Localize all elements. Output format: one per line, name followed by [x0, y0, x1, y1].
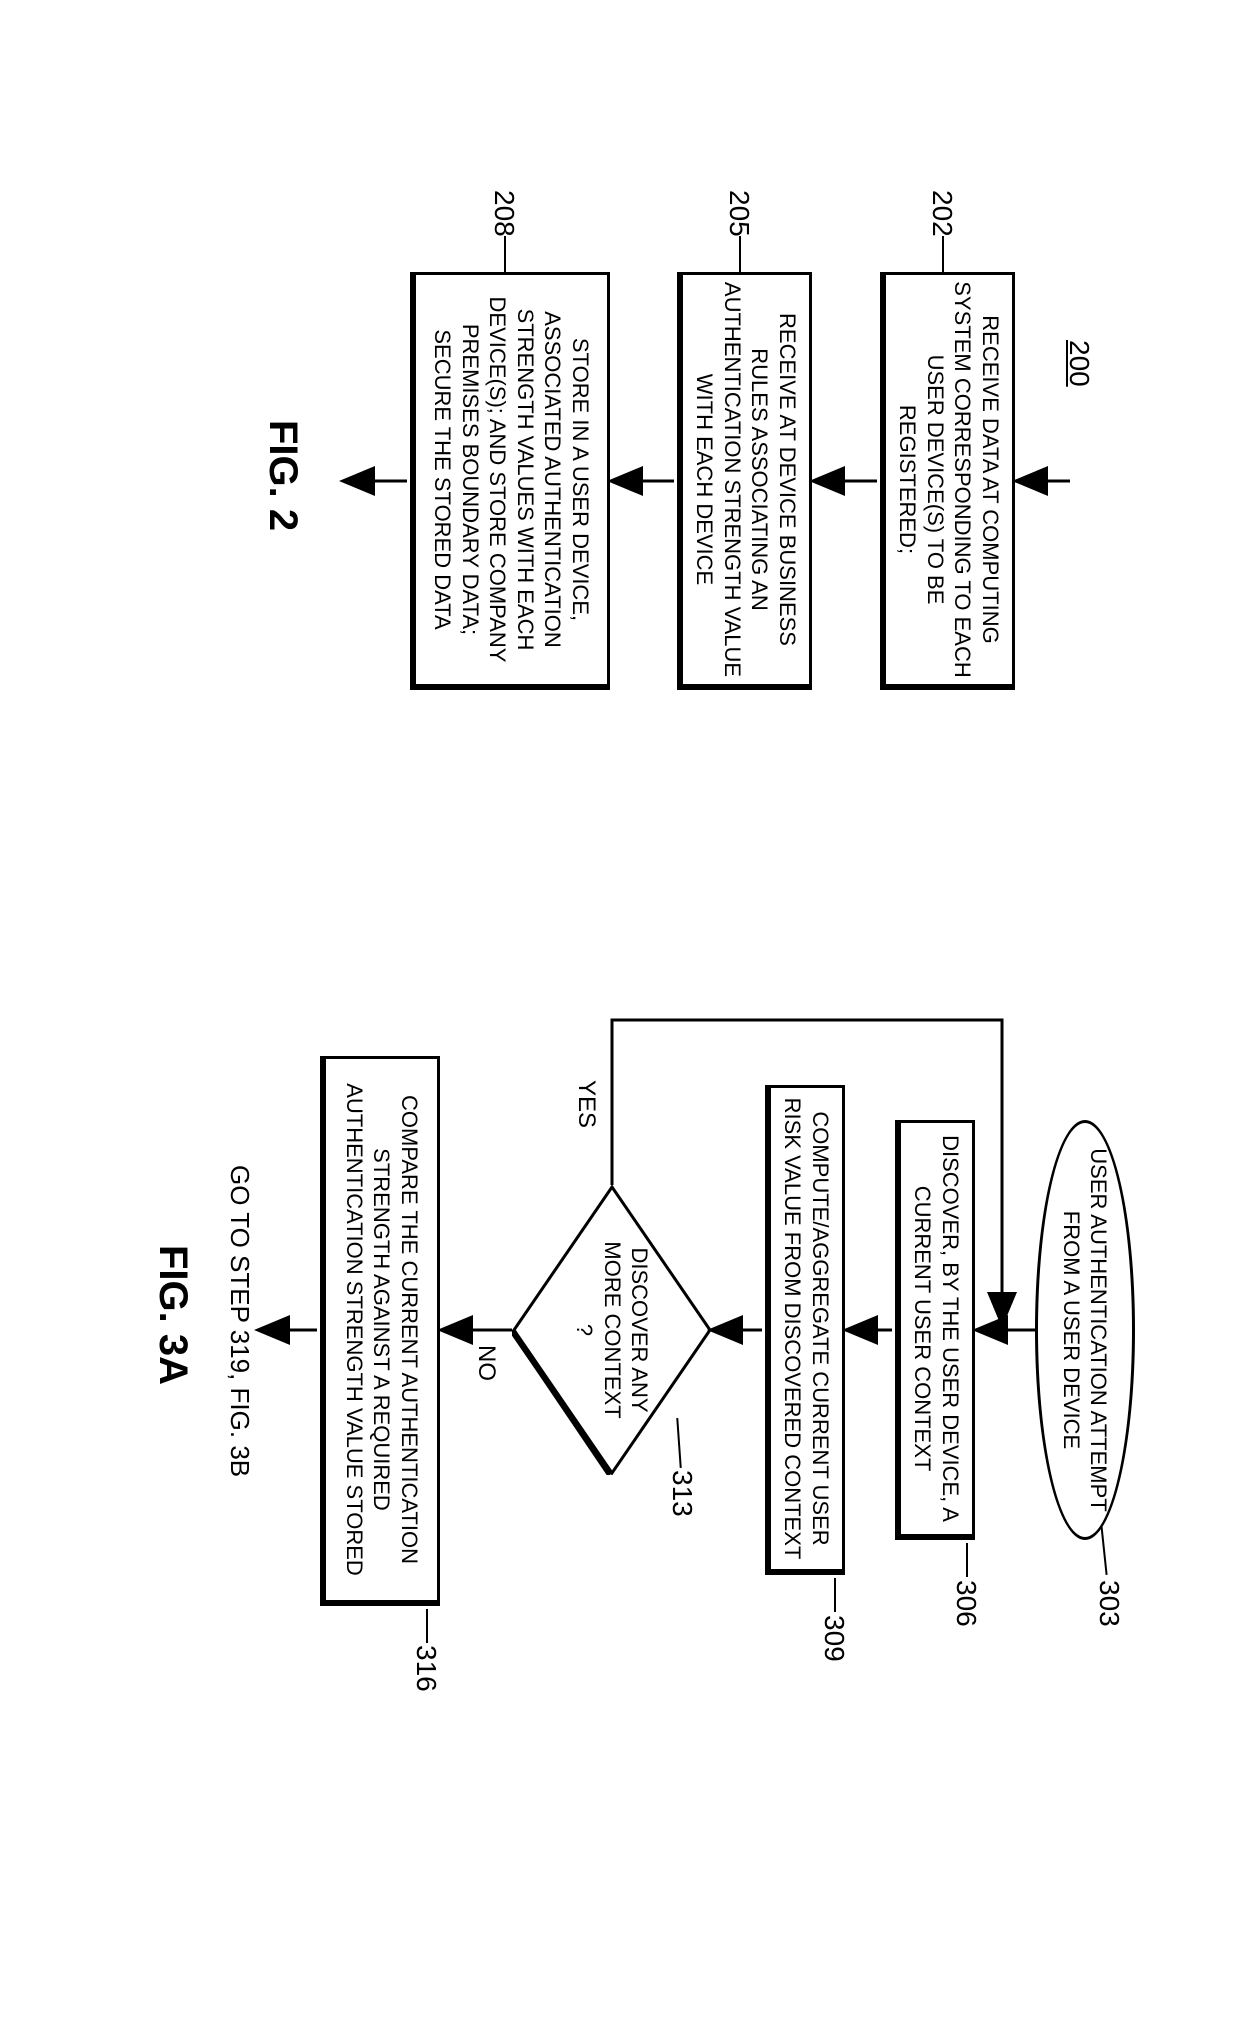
- box-202-text: RECEIVE DATA AT COMPUTING SYSTEM CORRESP…: [894, 281, 1004, 678]
- goto-label: GO TO STEP 319, FIG. 3B: [224, 1165, 255, 1477]
- box-202: RECEIVE DATA AT COMPUTING SYSTEM CORRESP…: [880, 272, 1015, 690]
- leader-208: [504, 236, 506, 272]
- diamond-313-text: DISCOVER ANY MORE CONTEXT ?: [567, 1240, 657, 1420]
- ellipse-303-text: USER AUTHENTICATION ATTEMPT FROM A USER …: [1058, 1129, 1113, 1531]
- label-yes: YES: [572, 1080, 600, 1128]
- box-309: COMPUTE/AGGREGATE CURRENT USER RISK VALU…: [765, 1085, 845, 1575]
- box-309-text: COMPUTE/AGGREGATE CURRENT USER RISK VALU…: [779, 1094, 834, 1563]
- box-306: DISCOVER, BY THE USER DEVICE, A CURRENT …: [895, 1120, 975, 1540]
- leader-202: [942, 236, 944, 272]
- fig3a-title: FIG. 3A: [150, 1245, 195, 1385]
- leader-306: [966, 1543, 968, 1577]
- box-306-text: DISCOVER, BY THE USER DEVICE, A CURRENT …: [909, 1129, 964, 1528]
- label-no: NO: [472, 1345, 500, 1381]
- num-205: 205: [723, 190, 755, 237]
- leader-205: [739, 236, 741, 272]
- num-309: 309: [818, 1615, 850, 1662]
- fig2-title: FIG. 2: [260, 420, 305, 531]
- box-208-text: STORE IN A USER DEVICE, ASSOCIATED AUTHE…: [429, 281, 594, 678]
- box-205: RECEIVE AT DEVICE BUSINESS RULES ASSOCIA…: [677, 272, 812, 690]
- num-202: 202: [926, 190, 958, 237]
- num-208: 208: [488, 190, 520, 237]
- box-205-text: RECEIVE AT DEVICE BUSINESS RULES ASSOCIA…: [691, 281, 801, 678]
- ellipse-303: USER AUTHENTICATION ATTEMPT FROM A USER …: [1035, 1120, 1135, 1540]
- diamond-313-wrap: DISCOVER ANY MORE CONTEXT ?: [512, 1185, 712, 1475]
- num-316: 316: [410, 1645, 442, 1692]
- num-313: 313: [666, 1470, 698, 1517]
- leader-309: [834, 1578, 836, 1612]
- num-303: 303: [1093, 1580, 1125, 1627]
- box-316: COMPARE THE CURRENT AUTHENTICATION STREN…: [320, 1056, 440, 1606]
- num-306: 306: [950, 1580, 982, 1627]
- box-208: STORE IN A USER DEVICE, ASSOCIATED AUTHE…: [410, 272, 610, 690]
- fig2-ref-200: 200: [1063, 340, 1095, 387]
- arrows-svg: [0, 0, 1240, 2030]
- leader-303: [1100, 1525, 1107, 1575]
- leader-316: [426, 1609, 428, 1643]
- box-316-text: COMPARE THE CURRENT AUTHENTICATION STREN…: [340, 1065, 423, 1594]
